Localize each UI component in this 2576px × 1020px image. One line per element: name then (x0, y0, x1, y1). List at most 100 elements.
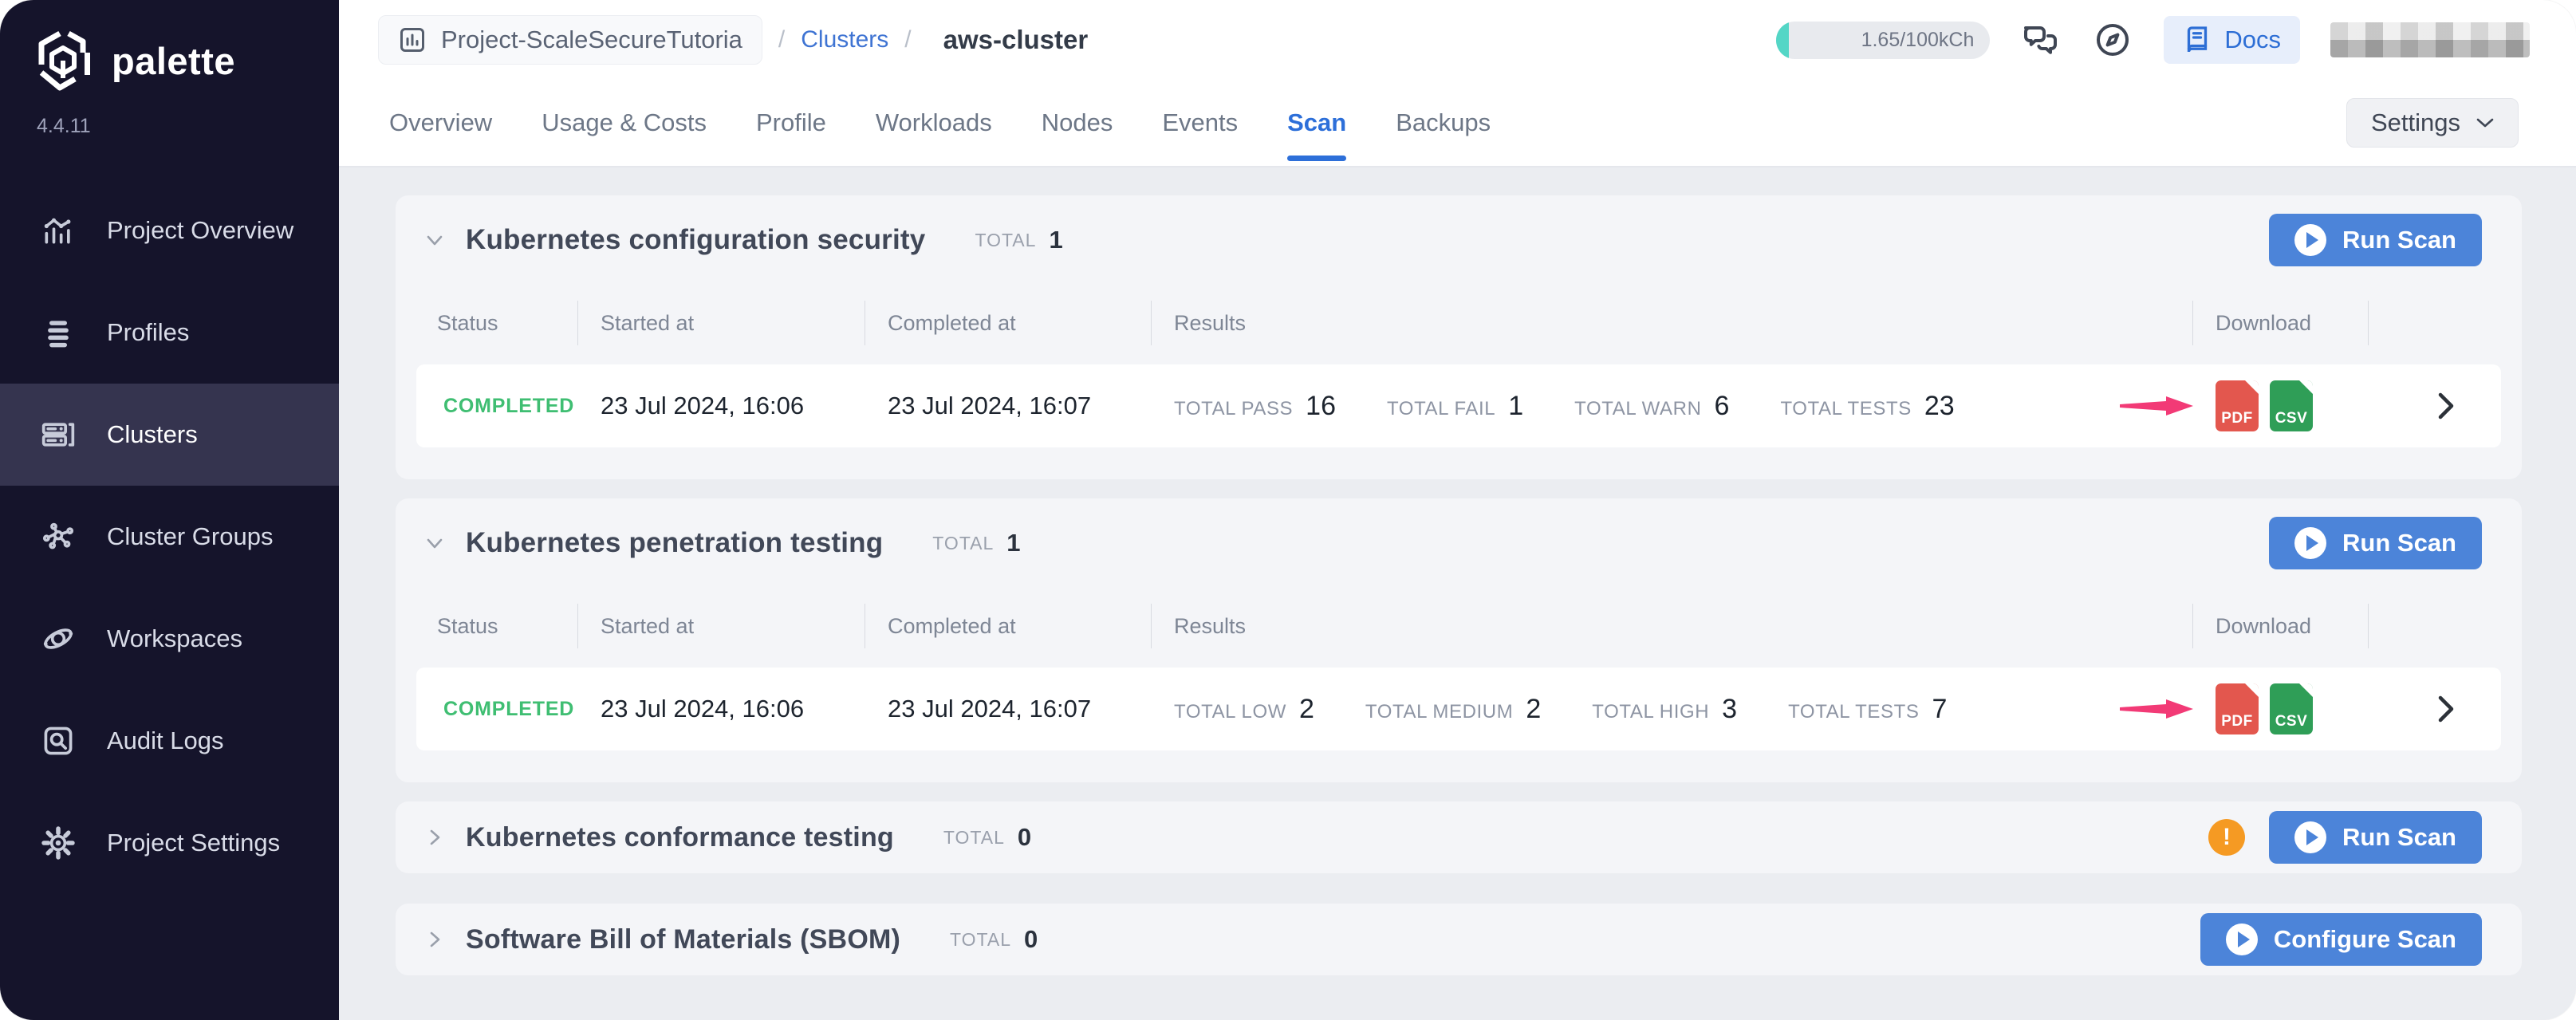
column-status: Status (416, 301, 578, 345)
completed-at-value: 23 Jul 2024, 16:07 (888, 392, 1091, 420)
sidebar-item-project-settings[interactable]: Project Settings (0, 792, 339, 894)
chevron-right-icon (2437, 695, 2455, 723)
play-icon (2226, 924, 2258, 955)
row-expand-chevron[interactable] (2369, 392, 2501, 420)
topbar: Project-ScaleSecureTutoria / Clusters / … (339, 0, 2576, 167)
sidebar-item-clusters[interactable]: Clusters (0, 384, 339, 486)
sidebar-item-label: Audit Logs (107, 727, 224, 755)
sidebar-item-label: Project Overview (107, 216, 293, 245)
column-started-at: Started at (578, 301, 865, 345)
column-download: Download (2193, 301, 2369, 345)
result-value: 6 (1715, 391, 1730, 422)
row-expand-chevron[interactable] (2369, 695, 2501, 723)
breadcrumb-project-name: Project-ScaleSecureTutoria (441, 26, 742, 54)
tab-profile[interactable]: Profile (756, 80, 826, 166)
play-icon (2294, 224, 2326, 256)
tabs-row: Overview Usage & Costs Profile Workloads… (339, 80, 2576, 166)
total-label: TOTAL (932, 533, 994, 554)
breadcrumb-cluster-name: aws-cluster (943, 25, 1089, 55)
tab-backups[interactable]: Backups (1396, 80, 1491, 166)
sidebar-item-profiles[interactable]: Profiles (0, 282, 339, 384)
status-badge: COMPLETED (443, 698, 574, 721)
help-compass-icon[interactable] (2092, 19, 2133, 61)
docs-button[interactable]: Docs (2164, 16, 2300, 64)
column-started-at: Started at (578, 604, 865, 648)
configure-scan-button[interactable]: Configure Scan (2200, 913, 2482, 966)
tab-nodes[interactable]: Nodes (1042, 80, 1113, 166)
started-at-value: 23 Jul 2024, 16:06 (601, 695, 804, 723)
section-header: Kubernetes configuration security TOTAL … (396, 195, 2522, 285)
configure-scan-label: Configure Scan (2274, 925, 2456, 954)
completed-at-value: 23 Jul 2024, 16:07 (888, 695, 1091, 723)
section-title: Kubernetes configuration security (466, 224, 925, 256)
status-badge: COMPLETED (443, 395, 574, 418)
chat-icon[interactable] (2020, 19, 2062, 61)
run-scan-label: Run Scan (2342, 823, 2456, 852)
tab-overview[interactable]: Overview (389, 80, 492, 166)
result-label: TOTAL WARN (1574, 398, 1701, 420)
section-title: Kubernetes penetration testing (466, 527, 883, 559)
tab-scan[interactable]: Scan (1287, 80, 1346, 166)
download-csv-icon[interactable]: CSV (2270, 380, 2313, 431)
breadcrumb-separator: / (904, 26, 911, 53)
main-area: Project-ScaleSecureTutoria / Clusters / … (339, 0, 2576, 1020)
run-scan-button[interactable]: Run Scan (2269, 517, 2482, 569)
run-scan-button[interactable]: Run Scan (2269, 811, 2482, 864)
tab-workloads[interactable]: Workloads (876, 80, 992, 166)
chevron-down-icon (2476, 117, 2494, 128)
project-icon (398, 26, 427, 54)
result-value: 3 (1722, 694, 1737, 725)
run-scan-button[interactable]: Run Scan (2269, 214, 2482, 266)
run-scan-label: Run Scan (2342, 226, 2456, 254)
docs-label: Docs (2224, 26, 2281, 54)
total-value: 0 (1024, 925, 1038, 954)
result-value: 1 (1508, 391, 1523, 422)
scan-table-header: Status Started at Completed at Results D… (416, 294, 2501, 352)
app-version: 4.4.11 (0, 93, 339, 138)
chevron-down-icon[interactable] (424, 533, 445, 553)
palette-logo-icon (33, 29, 93, 93)
sidebar-item-label: Project Settings (107, 829, 280, 857)
scan-table-header: Status Started at Completed at Results D… (416, 597, 2501, 655)
chevron-right-icon[interactable] (424, 929, 445, 950)
orbit-icon (40, 620, 77, 657)
section-configuration-security: Kubernetes configuration security TOTAL … (396, 195, 2522, 479)
sidebar-item-label: Workspaces (107, 624, 242, 653)
sidebar-item-cluster-groups[interactable]: Cluster Groups (0, 486, 339, 588)
tab-usage-costs[interactable]: Usage & Costs (542, 80, 707, 166)
settings-button[interactable]: Settings (2346, 98, 2519, 148)
total-label: TOTAL (975, 230, 1036, 251)
column-completed-at: Completed at (865, 604, 1152, 648)
warning-icon[interactable]: ! (2208, 819, 2245, 856)
usage-meter[interactable]: 1.65/100kCh (1776, 22, 1990, 59)
sidebar-nav: Project Overview Profiles Clusters Clust… (0, 179, 339, 894)
download-pdf-icon[interactable]: PDF (2216, 683, 2259, 734)
sidebar-item-project-overview[interactable]: Project Overview (0, 179, 339, 282)
analytics-icon (40, 212, 77, 249)
column-results: Results (1152, 301, 2193, 345)
chevron-down-icon[interactable] (424, 230, 445, 250)
result-value: 16 (1306, 391, 1336, 422)
redacted-username[interactable] (2330, 22, 2530, 57)
scan-result-row[interactable]: COMPLETED 23 Jul 2024, 16:06 23 Jul 2024… (416, 364, 2501, 447)
book-icon (2183, 26, 2212, 54)
palette-logo: palette (0, 0, 339, 93)
result-label: TOTAL FAIL (1387, 398, 1495, 420)
gear-icon (40, 825, 77, 861)
breadcrumb-clusters-link[interactable]: Clusters (801, 26, 888, 53)
breadcrumb-separator: / (778, 26, 785, 53)
download-cell: PDF CSV (2193, 683, 2369, 734)
sidebar-item-audit-logs[interactable]: Audit Logs (0, 690, 339, 792)
scan-result-row[interactable]: COMPLETED 23 Jul 2024, 16:06 23 Jul 2024… (416, 668, 2501, 750)
play-icon (2294, 821, 2326, 853)
column-results: Results (1152, 604, 2193, 648)
audit-icon (40, 723, 77, 759)
chevron-right-icon[interactable] (424, 827, 445, 848)
tab-events[interactable]: Events (1162, 80, 1238, 166)
download-pdf-icon[interactable]: PDF (2216, 380, 2259, 431)
result-label: TOTAL LOW (1174, 701, 1286, 723)
result-label: TOTAL MEDIUM (1365, 701, 1513, 723)
sidebar-item-workspaces[interactable]: Workspaces (0, 588, 339, 690)
breadcrumb-project-chip[interactable]: Project-ScaleSecureTutoria (378, 15, 762, 65)
download-csv-icon[interactable]: CSV (2270, 683, 2313, 734)
